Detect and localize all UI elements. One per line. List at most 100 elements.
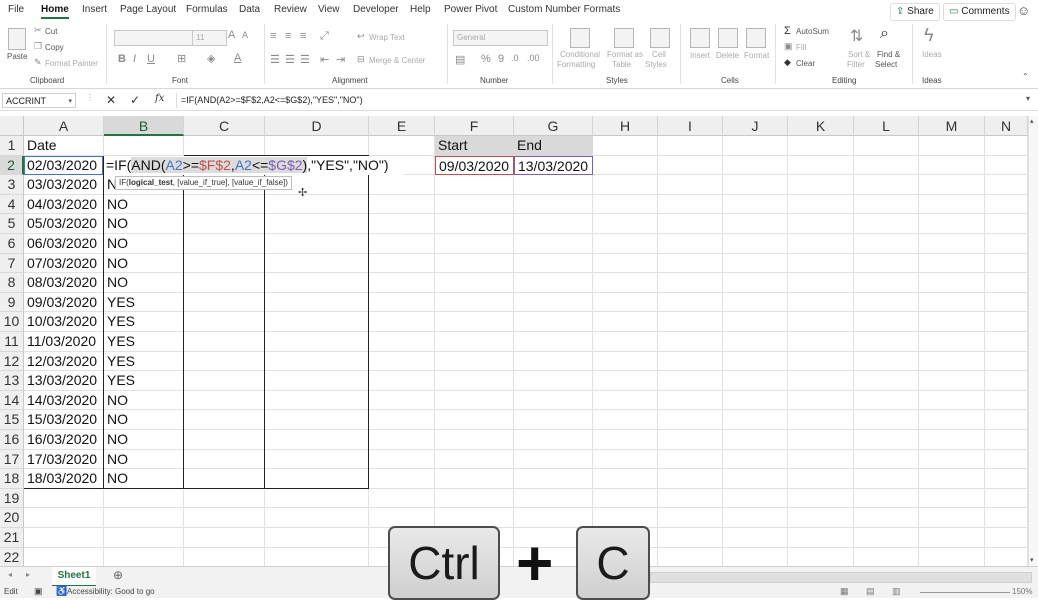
cell-a16[interactable]: 16/03/2020	[24, 430, 104, 450]
borders-icon[interactable]: ⊞	[177, 52, 186, 65]
decrease-indent-icon[interactable]: ⇤	[320, 53, 329, 66]
zoom-slider[interactable]	[920, 592, 1010, 593]
cell-b13[interactable]: YES	[104, 371, 184, 391]
ideas-lightning-icon[interactable]: ϟ	[924, 25, 934, 46]
cell-a5[interactable]: 05/03/2020	[24, 214, 104, 234]
row-header-1[interactable]: 1	[0, 136, 24, 156]
cut-button[interactable]: Cut	[45, 27, 57, 36]
cell-b8[interactable]: NO	[104, 273, 184, 293]
cell-g1-end[interactable]: End	[514, 136, 593, 156]
accounting-icon[interactable]: ▤	[455, 53, 465, 66]
column-header-h[interactable]: H	[593, 116, 658, 136]
cell-a11[interactable]: 11/03/2020	[24, 332, 104, 352]
cell-b2-editing-formula[interactable]: =IF(AND(A2>=$F$2,A2<=$G$2),"YES","NO")	[104, 155, 404, 176]
fill-button[interactable]: Fill	[796, 43, 806, 52]
macro-record-icon[interactable]: ▣	[34, 586, 43, 597]
conditional-formatting-label-2[interactable]: Formatting	[557, 60, 595, 69]
cell-a9[interactable]: 09/03/2020	[24, 293, 104, 313]
copy-icon[interactable]: ❐	[34, 41, 42, 52]
sheet-tab-sheet1[interactable]: Sheet1	[52, 567, 96, 587]
name-box[interactable]: ACCRINT ▾	[2, 93, 76, 108]
cell-b11[interactable]: YES	[104, 332, 184, 352]
cell-b4[interactable]: NO	[104, 195, 184, 215]
shrink-font-icon[interactable]: A	[242, 30, 248, 40]
row-header-10[interactable]: 10	[0, 312, 24, 332]
conditional-formatting-icon[interactable]	[570, 28, 590, 48]
cell-b16[interactable]: NO	[104, 430, 184, 450]
smiley-feedback-icon[interactable]: ☺	[1017, 3, 1030, 18]
cell-b17[interactable]: NO	[104, 450, 184, 470]
add-sheet-icon[interactable]: ⊕	[113, 568, 123, 582]
cell-b5[interactable]: NO	[104, 214, 184, 234]
cell-b9[interactable]: YES	[104, 293, 184, 313]
cell-a3[interactable]: 03/03/2020	[24, 175, 104, 195]
row-header-3[interactable]: 3	[0, 175, 24, 195]
percent-icon[interactable]: %	[481, 53, 491, 65]
row-header-18[interactable]: 18	[0, 469, 24, 489]
vertical-scrollbar[interactable]: ▴ ▾	[1028, 116, 1038, 566]
scroll-tabs-right-icon[interactable]: ▸	[26, 570, 30, 579]
cell-f2-start-date[interactable]: 09/03/2020	[435, 155, 514, 176]
tab-home[interactable]: Home	[41, 4, 69, 19]
align-center-icon[interactable]: ☰	[285, 53, 295, 66]
row-header-6[interactable]: 6	[0, 234, 24, 254]
column-header-i[interactable]: I	[658, 116, 723, 136]
delete-cells-icon[interactable]	[718, 28, 738, 48]
row-header-9[interactable]: 9	[0, 292, 24, 313]
align-middle-icon[interactable]: ≡	[285, 30, 291, 42]
increase-decimal-icon[interactable]: .0	[511, 53, 519, 63]
cell-a12[interactable]: 12/03/2020	[24, 352, 104, 372]
align-top-icon[interactable]: ≡	[270, 30, 276, 42]
accessibility-icon[interactable]: ♿	[56, 586, 67, 597]
bold-icon[interactable]: B	[118, 53, 126, 65]
cell-a13[interactable]: 13/03/2020	[24, 371, 104, 391]
grow-font-icon[interactable]: A	[228, 29, 235, 41]
format-painter-icon[interactable]: ✎	[34, 57, 42, 68]
comments-button[interactable]: ▭ Comments	[943, 3, 1016, 21]
formula-input[interactable]: =IF(AND(A2>=$F$2,A2<=$G$2),"YES","NO")	[176, 93, 1024, 108]
zoom-level[interactable]: 150%	[1012, 587, 1032, 596]
column-header-e[interactable]: E	[369, 116, 435, 136]
tab-file[interactable]: File	[8, 4, 24, 15]
cell-a15[interactable]: 15/03/2020	[24, 410, 104, 430]
fill-icon[interactable]: ▣	[784, 41, 793, 52]
autosum-button[interactable]: AutoSum	[796, 27, 829, 36]
column-header-m[interactable]: M	[919, 116, 985, 136]
scroll-down-icon[interactable]: ▾	[1030, 556, 1034, 564]
insert-function-icon[interactable]: fx	[155, 93, 164, 104]
row-header-4[interactable]: 4	[0, 194, 24, 215]
row-header-5[interactable]: 5	[0, 214, 24, 234]
conditional-formatting-label[interactable]: Conditional	[560, 50, 600, 59]
clear-eraser-icon[interactable]: ◆	[784, 57, 791, 68]
collapse-ribbon-icon[interactable]: ⌃	[1022, 72, 1029, 81]
cell-a1[interactable]: Date	[24, 136, 104, 156]
column-header-c[interactable]: C	[184, 116, 265, 136]
copy-button[interactable]: Copy	[45, 43, 64, 52]
cell-a10[interactable]: 10/03/2020	[24, 312, 104, 332]
align-right-icon[interactable]: ☰	[300, 53, 310, 66]
tab-formulas[interactable]: Formulas	[186, 4, 228, 15]
scroll-tabs-left-icon[interactable]: ◂	[8, 570, 12, 579]
sort-filter-label[interactable]: Sort &	[848, 50, 870, 59]
number-format-select[interactable]: General	[453, 30, 548, 46]
tab-custom-number-formats[interactable]: Custom Number Formats	[508, 4, 620, 15]
autosum-icon[interactable]: Σ	[784, 25, 791, 37]
page-layout-view-icon[interactable]: ▤	[866, 586, 875, 597]
fill-color-icon[interactable]: ◈	[207, 52, 215, 65]
cell-g2-end-date[interactable]: 13/03/2020	[514, 155, 593, 176]
format-as-table-label-2[interactable]: Table	[612, 60, 631, 69]
row-header-8[interactable]: 8	[0, 273, 24, 293]
sort-filter-icon[interactable]: ⇅	[850, 26, 863, 46]
find-select-label-2[interactable]: Select	[875, 60, 897, 69]
cell-a14[interactable]: 14/03/2020	[24, 391, 104, 411]
cell-a7[interactable]: 07/03/2020	[24, 254, 104, 274]
column-header-j[interactable]: J	[723, 116, 788, 136]
merge-center-button[interactable]: Merge & Center	[369, 56, 425, 65]
row-header-20[interactable]: 20	[0, 508, 24, 528]
tab-review[interactable]: Review	[274, 4, 307, 15]
cell-a6[interactable]: 06/03/2020	[24, 234, 104, 254]
merge-icon[interactable]: ⊟	[357, 54, 365, 65]
tab-page-layout[interactable]: Page Layout	[120, 4, 176, 15]
cell-b12[interactable]: YES	[104, 352, 184, 372]
row-header-16[interactable]: 16	[0, 430, 24, 450]
